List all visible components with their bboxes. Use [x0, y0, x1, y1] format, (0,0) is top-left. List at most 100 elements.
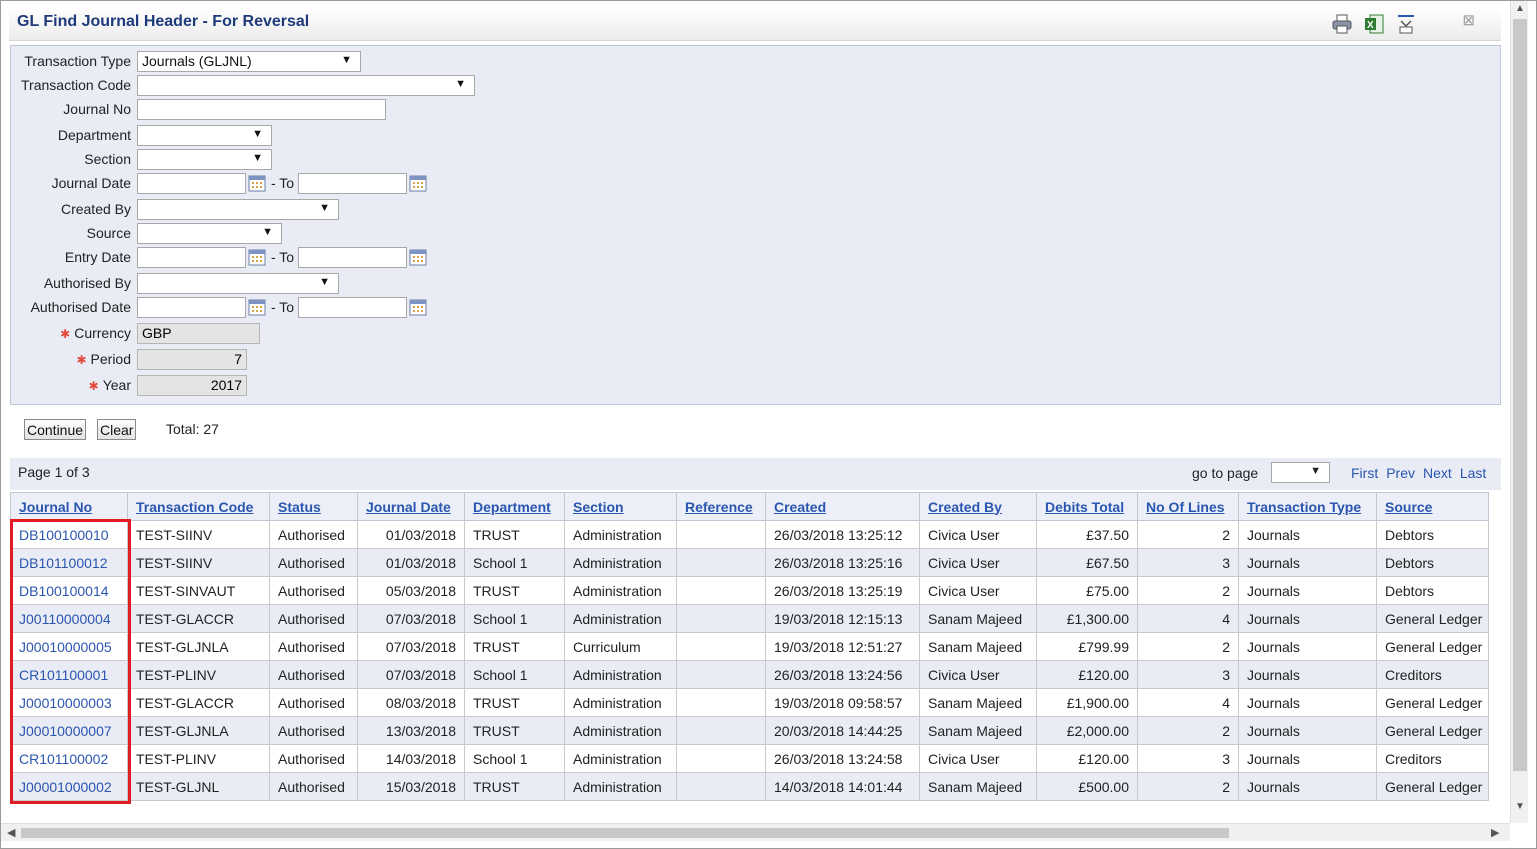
table-cell: TRUST — [464, 576, 565, 605]
table-cell: 15/03/2018 — [357, 772, 465, 801]
authorised-date-to-input[interactable] — [298, 296, 408, 318]
journal-no-link[interactable]: DB100100014 — [10, 576, 128, 605]
column-header[interactable]: Status — [269, 492, 358, 521]
entry-date-to-input[interactable] — [298, 246, 408, 268]
column-header[interactable]: Journal Date — [357, 492, 465, 521]
journal-date-to-input[interactable] — [298, 172, 408, 194]
journal-no-link[interactable]: J00110000004 — [10, 604, 128, 633]
table-cell: 08/03/2018 — [357, 688, 465, 717]
table-row[interactable]: CR101100001 TEST-PLINV Authorised 07/03/201… — [10, 660, 1489, 689]
close-icon[interactable]: ⊠ — [1462, 11, 1475, 29]
first-page-link[interactable]: First — [1351, 465, 1378, 481]
source-select[interactable]: ▼ — [137, 222, 282, 244]
clear-button[interactable]: Clear — [97, 419, 137, 440]
journal-no-link[interactable]: DB100100010 — [10, 520, 128, 549]
print-icon[interactable] — [1331, 13, 1353, 35]
table-cell — [676, 660, 766, 689]
column-header[interactable]: Created — [765, 492, 920, 521]
table-cell: £37.50 — [1036, 520, 1138, 549]
prev-page-link[interactable]: Prev — [1386, 465, 1415, 481]
table-row[interactable]: J00010000007 TEST-GLJNLA Authorised 13/03/2… — [10, 716, 1489, 745]
row-journal-date: Journal Date - To — [11, 172, 428, 194]
journal-no-link[interactable]: J00010000007 — [10, 716, 128, 745]
column-header[interactable]: No Of Lines — [1137, 492, 1239, 521]
journal-no-link[interactable]: J00001000002 — [10, 772, 128, 801]
table-cell: TRUST — [464, 772, 565, 801]
calendar-icon[interactable] — [247, 247, 267, 267]
table-cell — [676, 688, 766, 717]
calendar-icon[interactable] — [408, 173, 428, 193]
find-journal-window: GL Find Journal Header - For Reversal X … — [0, 0, 1537, 849]
table-cell: General Ledger — [1376, 688, 1489, 717]
header-row: Journal No Transaction Code Status Journ… — [10, 492, 1489, 521]
table-cell: 13/03/2018 — [357, 716, 465, 745]
table-row[interactable]: DB101100012 TEST-SIINV Authorised 01/03/201… — [10, 548, 1489, 577]
continue-button[interactable]: Continue — [24, 419, 87, 440]
row-transaction-type: Transaction Type Journals (GLJNL) ▼ — [11, 50, 361, 72]
year-label-text: Year — [102, 377, 131, 393]
calendar-icon[interactable] — [247, 297, 267, 317]
section-select[interactable]: ▼ — [137, 148, 272, 170]
entry-date-label: Entry Date — [64, 249, 131, 265]
calendar-icon[interactable] — [408, 297, 428, 317]
journal-no-label: Journal No — [63, 101, 131, 117]
table-cell: 05/03/2018 — [357, 576, 465, 605]
next-page-link[interactable]: Next — [1423, 465, 1452, 481]
journal-date-from-input[interactable] — [137, 172, 246, 194]
table-cell: £75.00 — [1036, 576, 1138, 605]
table-cell: £1,900.00 — [1036, 688, 1138, 717]
column-header[interactable]: Source — [1376, 492, 1489, 521]
column-header[interactable]: Department — [464, 492, 565, 521]
column-header[interactable]: Journal No — [10, 492, 128, 521]
table-cell — [676, 520, 766, 549]
table-row[interactable]: J00010000005 TEST-GLJNLA Authorised 07/03/2… — [10, 632, 1489, 661]
table-row[interactable]: CR101100002 TEST-PLINV Authorised 14/03/201… — [10, 744, 1489, 773]
column-header[interactable]: Created By — [919, 492, 1037, 521]
table-row[interactable]: J00010000003 TEST-GLACCR Authorised 08/03/2… — [10, 688, 1489, 717]
transaction-type-select[interactable]: Journals (GLJNL) ▼ — [137, 50, 361, 72]
authorised-date-from-input[interactable] — [137, 296, 246, 318]
excel-icon[interactable]: X — [1363, 13, 1385, 35]
table-row[interactable]: DB100100010 TEST-SIINV Authorised 01/03/201… — [10, 520, 1489, 549]
vertical-scrollbar[interactable]: ▲ ▼ — [1510, 1, 1528, 823]
calendar-icon[interactable] — [247, 173, 267, 193]
journal-no-link[interactable]: CR101100002 — [10, 744, 128, 773]
journal-no-link[interactable]: J00010000005 — [10, 632, 128, 661]
collapse-icon[interactable] — [1395, 13, 1417, 35]
table-cell: TEST-GLJNLA — [127, 716, 270, 745]
column-header[interactable]: Debits Total — [1036, 492, 1138, 521]
table-row[interactable]: J00001000002 TEST-GLJNL Authorised 15/03/20… — [10, 772, 1489, 801]
created-by-select[interactable]: ▼ — [137, 198, 339, 220]
calendar-icon[interactable] — [408, 247, 428, 267]
goto-page-select[interactable]: ▼ — [1271, 462, 1330, 483]
journal-no-link[interactable]: CR101100001 — [10, 660, 128, 689]
table-row[interactable]: J00110000004 TEST-GLACCR Authorised 07/03/2… — [10, 604, 1489, 633]
journal-date-to-label: - To — [271, 175, 295, 191]
last-page-link[interactable]: Last — [1460, 465, 1486, 481]
authorised-by-select[interactable]: ▼ — [137, 272, 339, 294]
table-cell: £1,300.00 — [1036, 604, 1138, 633]
transaction-code-select[interactable]: ▼ — [137, 74, 475, 96]
window-title: GL Find Journal Header - For Reversal — [17, 13, 310, 30]
scroll-down-icon[interactable]: ▼ — [1515, 801, 1525, 812]
column-header[interactable]: Transaction Code — [127, 492, 270, 521]
journal-no-link[interactable]: DB101100012 — [10, 548, 128, 577]
pager-links: First Prev Next Last — [1351, 465, 1486, 481]
scroll-up-icon[interactable]: ▲ — [1515, 3, 1525, 14]
journal-no-link[interactable]: J00010000003 — [10, 688, 128, 717]
entry-date-from-input[interactable] — [137, 246, 246, 268]
department-select[interactable]: ▼ — [137, 124, 272, 146]
column-header[interactable]: Section — [564, 492, 677, 521]
table-cell: 19/03/2018 12:15:13 — [765, 604, 920, 633]
vertical-scroll-thumb[interactable] — [1513, 19, 1527, 771]
row-department: Department ▼ — [11, 124, 272, 146]
table-cell: TEST-SIINV — [127, 520, 270, 549]
scroll-right-icon[interactable]: ▶ — [1491, 826, 1499, 839]
horizontal-scroll-thumb[interactable] — [21, 828, 1229, 838]
table-row[interactable]: DB100100014 TEST-SINVAUT Authorised 05/03/2… — [10, 576, 1489, 605]
column-header[interactable]: Transaction Type — [1238, 492, 1377, 521]
scroll-left-icon[interactable]: ◀ — [7, 826, 15, 839]
column-header[interactable]: Reference — [676, 492, 766, 521]
horizontal-scrollbar[interactable]: ◀ ▶ — [1, 823, 1510, 841]
journal-no-input[interactable] — [137, 98, 386, 120]
